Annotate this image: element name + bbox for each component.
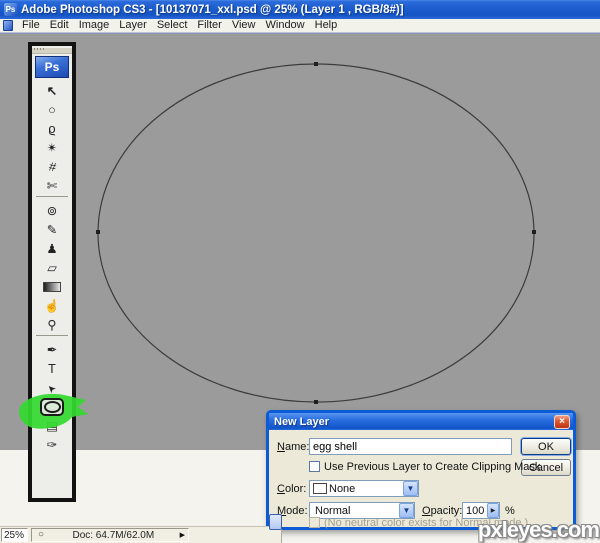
clipping-mask-label: Use Previous Layer to Create Clipping Ma… xyxy=(324,461,540,473)
status-menu-arrow-icon[interactable]: ▶ xyxy=(180,531,185,539)
type-tool-icon: T xyxy=(48,361,56,377)
clone-stamp-tool-icon: ♟ xyxy=(46,241,57,257)
gradient-tool-icon xyxy=(43,282,61,292)
dodge-tool-icon: ⚲ xyxy=(47,317,56,333)
ok-button[interactable]: OK xyxy=(521,438,571,455)
color-swatch xyxy=(313,483,327,494)
eraser-tool[interactable]: ▱ xyxy=(32,258,72,277)
ps-logo: Ps xyxy=(35,56,69,78)
photoshop-window: Ps Adobe Photoshop CS3 - [10137071_xxl.p… xyxy=(0,0,600,543)
brush-tool[interactable]: ✎ xyxy=(32,220,72,239)
opacity-unit: % xyxy=(505,505,515,517)
brush-tool-icon: ✎ xyxy=(47,222,57,238)
menu-items: FileEditImageLayerSelectFilterViewWindow… xyxy=(17,19,342,32)
elliptical-marquee-tool-icon: ○ xyxy=(48,102,56,118)
menu-image[interactable]: Image xyxy=(74,19,115,31)
tools-palette: Ps ↖○ϱ✴#✄⊚✎♟▱☝⚲✒T➤▤✑ xyxy=(28,42,76,502)
color-value: None xyxy=(329,483,355,495)
doc-info-field: ○ Doc: 64.7M/62.0M ▶ xyxy=(31,528,189,542)
dodge-tool[interactable]: ⚲ xyxy=(32,315,72,334)
dialog-title: New Layer xyxy=(274,416,329,428)
crop-tool[interactable]: # xyxy=(32,157,72,176)
menu-select[interactable]: Select xyxy=(152,19,193,31)
slice-tool[interactable]: ✄ xyxy=(32,176,72,195)
eyedropper-tool-icon: ✑ xyxy=(47,437,57,453)
elliptical-marquee-tool[interactable]: ○ xyxy=(32,100,72,119)
doc-size-text: Doc: 64.7M/62.0M xyxy=(72,530,154,541)
pen-tool-icon: ✒ xyxy=(47,342,57,358)
name-label-initial: N xyxy=(277,441,285,453)
color-label: Color: xyxy=(277,483,306,495)
clipping-mask-checkbox[interactable] xyxy=(309,461,320,472)
palette-grip[interactable] xyxy=(32,48,72,54)
menu-view[interactable]: View xyxy=(227,19,261,31)
tool-divider xyxy=(36,196,68,200)
menu-edit[interactable]: Edit xyxy=(45,19,74,31)
color-dropdown[interactable]: None ▼ xyxy=(309,480,419,497)
menu-file[interactable]: File xyxy=(17,19,45,31)
smudge-tool-icon: ☝ xyxy=(44,298,60,314)
type-tool[interactable]: T xyxy=(32,359,72,378)
neutral-color-checkbox-disabled xyxy=(309,517,320,528)
slice-tool-icon: ✄ xyxy=(47,178,57,194)
scroll-button[interactable] xyxy=(269,514,282,530)
dialog-body: Name: OK Cancel Use Previous Layer to Cr… xyxy=(269,430,573,527)
layer-name-input[interactable] xyxy=(309,438,512,455)
magic-wand-tool[interactable]: ✴ xyxy=(32,138,72,157)
eyedropper-tool[interactable]: ✑ xyxy=(32,435,72,454)
clone-stamp-tool[interactable]: ♟ xyxy=(32,239,72,258)
opacity-value: 100 xyxy=(466,505,484,517)
dialog-title-bar[interactable]: New Layer × xyxy=(269,413,573,430)
workspace: Ps ↖○ϱ✴#✄⊚✎♟▱☝⚲✒T➤▤✑ New Layer × Name: O… xyxy=(0,33,600,543)
mode-value: Normal xyxy=(315,505,350,517)
spot-healing-brush-tool[interactable]: ⊚ xyxy=(32,201,72,220)
ellipse-tool[interactable] xyxy=(32,397,72,416)
magic-wand-tool-icon: ✴ xyxy=(47,140,57,156)
opacity-slider-arrow-icon[interactable]: ▶ xyxy=(487,503,499,518)
opacity-label-initial: O xyxy=(422,505,431,517)
title-bar[interactable]: Ps Adobe Photoshop CS3 - [10137071_xxl.p… xyxy=(0,0,600,19)
lasso-tool-icon: ϱ xyxy=(48,121,55,137)
chevron-down-icon[interactable]: ▼ xyxy=(403,481,418,496)
move-tool-icon: ↖ xyxy=(47,83,57,99)
status-bar: 25% ○ Doc: 64.7M/62.0M ▶ xyxy=(0,526,282,543)
photoshop-app-icon: Ps xyxy=(4,3,17,16)
opacity-label-rest: pacity: xyxy=(431,505,463,517)
name-label-rest: ame: xyxy=(285,441,309,453)
zoom-level-field[interactable]: 25% xyxy=(1,528,28,542)
watermark: pxleyes.com xyxy=(478,517,599,543)
menu-layer[interactable]: Layer xyxy=(114,19,152,31)
eraser-tool-icon: ▱ xyxy=(47,260,57,276)
close-icon[interactable]: × xyxy=(554,415,570,429)
opacity-label: Opacity: xyxy=(422,505,462,517)
spot-healing-brush-tool-icon: ⊚ xyxy=(47,203,57,219)
tool-list: ↖○ϱ✴#✄⊚✎♟▱☝⚲✒T➤▤✑ xyxy=(32,81,72,454)
mode-label-rest: ode: xyxy=(286,505,307,517)
ellipse-tool-icon xyxy=(40,398,64,416)
move-tool[interactable]: ↖ xyxy=(32,81,72,100)
name-label: Name: xyxy=(277,441,309,453)
gradient-tool[interactable] xyxy=(32,277,72,296)
new-layer-dialog: New Layer × Name: OK Cancel Use Previous… xyxy=(266,410,576,530)
color-label-initial: C xyxy=(277,483,285,495)
chevron-down-icon[interactable]: ▼ xyxy=(399,503,414,518)
pen-tool[interactable]: ✒ xyxy=(32,340,72,359)
menu-bar: FileEditImageLayerSelectFilterViewWindow… xyxy=(0,19,600,33)
menu-help[interactable]: Help xyxy=(310,19,343,31)
document-icon[interactable] xyxy=(3,20,13,31)
window-title: Adobe Photoshop CS3 - [10137071_xxl.psd … xyxy=(21,4,404,16)
status-circle-icon: ○ xyxy=(38,529,44,541)
canvas-area[interactable] xyxy=(0,33,600,450)
smudge-tool[interactable]: ☝ xyxy=(32,296,72,315)
crop-tool-icon: # xyxy=(47,158,57,175)
color-label-rest: olor: xyxy=(285,483,306,495)
tool-divider xyxy=(36,335,68,339)
lasso-tool[interactable]: ϱ xyxy=(32,119,72,138)
menu-filter[interactable]: Filter xyxy=(192,19,226,31)
menu-window[interactable]: Window xyxy=(261,19,310,31)
